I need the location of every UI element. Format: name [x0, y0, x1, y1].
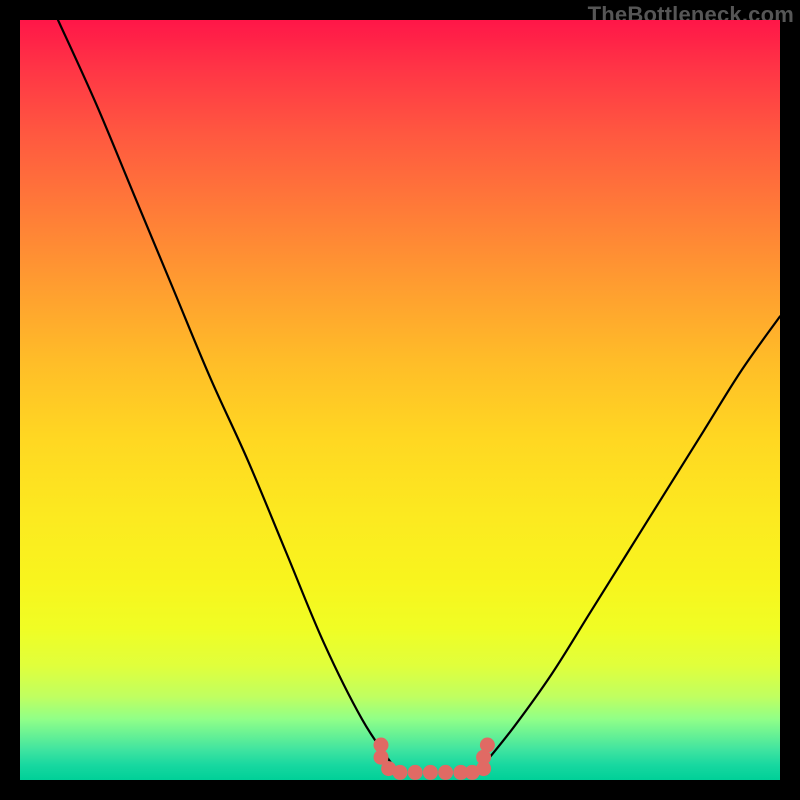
minimum-marker-group: [374, 738, 495, 780]
plot-area: [20, 20, 780, 780]
chart-frame: TheBottleneck.com: [0, 0, 800, 800]
minimum-dot: [393, 765, 408, 780]
minimum-dot: [480, 738, 495, 753]
chart-svg: [20, 20, 780, 780]
line-series-group: [58, 20, 780, 765]
minimum-dot: [408, 765, 423, 780]
curve-right-curve: [484, 316, 780, 764]
minimum-dot: [423, 765, 438, 780]
curve-left-curve: [58, 20, 392, 765]
minimum-dot: [438, 765, 453, 780]
